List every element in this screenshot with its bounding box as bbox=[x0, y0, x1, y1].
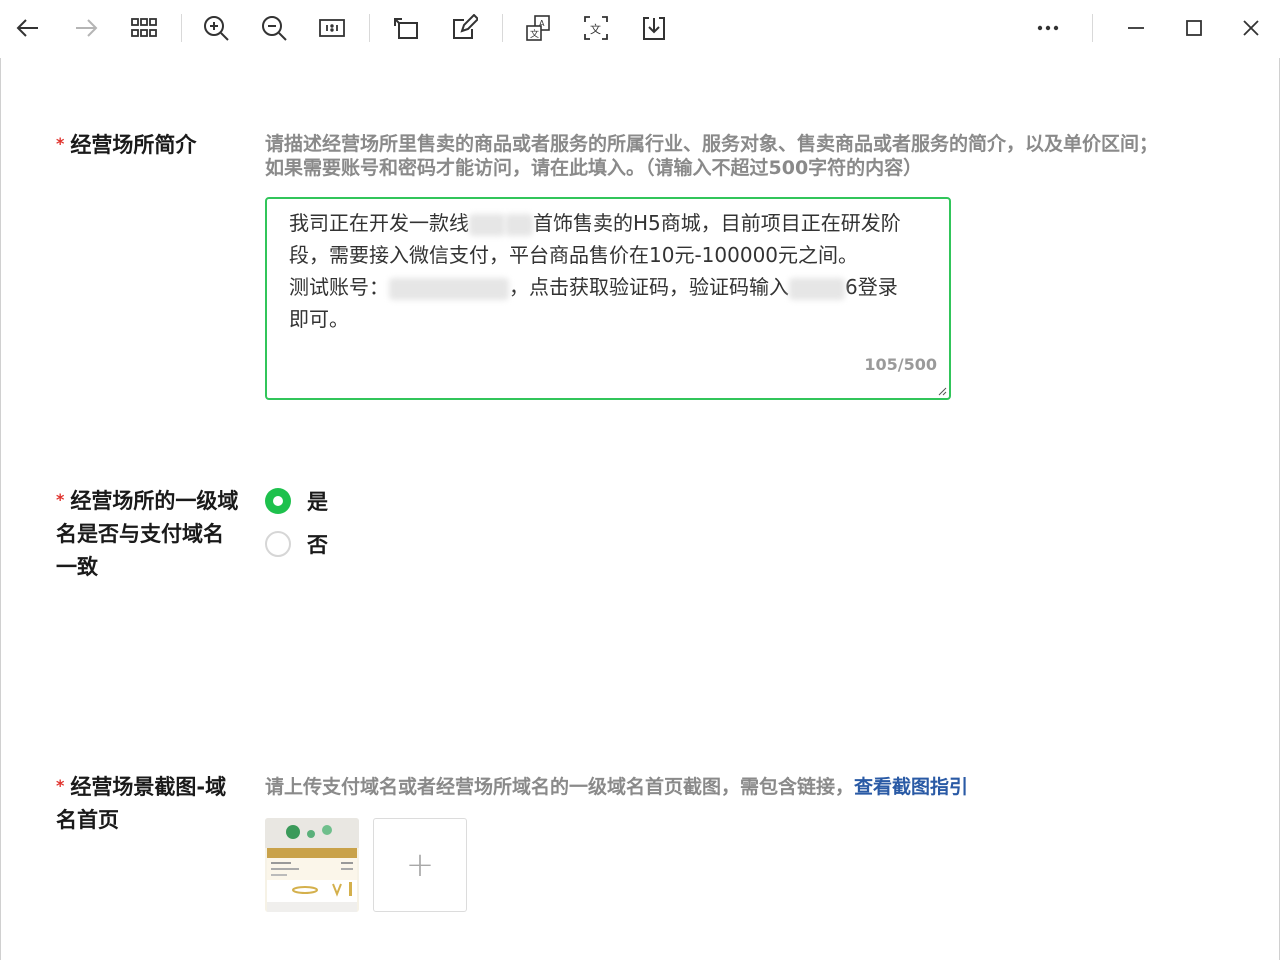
venue-intro-label-text: 经营场所简介 bbox=[70, 133, 197, 157]
venue-intro-textarea[interactable]: 我司正在开发一款线 首饰售卖的H5商城，目前项目正在研发阶 段，需要接入微信支付，… bbox=[265, 197, 951, 400]
radio-label-yes: 是 bbox=[307, 490, 328, 514]
char-counter: 105/500 bbox=[864, 355, 937, 374]
minimize-icon[interactable] bbox=[1118, 10, 1154, 46]
edit-icon[interactable] bbox=[446, 10, 482, 46]
text-line3-a: 测试账号： bbox=[289, 275, 389, 299]
redacted-blur bbox=[469, 213, 505, 236]
maximize-icon[interactable] bbox=[1176, 10, 1212, 46]
thumbnail-image bbox=[265, 818, 359, 912]
redacted-blur bbox=[389, 277, 509, 300]
screenshot-label-line1: 经营场景截图-域 bbox=[70, 775, 227, 799]
venue-intro-label: * 经营场所简介 bbox=[56, 129, 196, 162]
zoom-out-icon[interactable] bbox=[256, 10, 292, 46]
translate-icon[interactable]: 文A bbox=[520, 10, 556, 46]
radio-label-no: 否 bbox=[307, 533, 328, 557]
forward-arrow-icon[interactable] bbox=[68, 10, 104, 46]
back-arrow-icon[interactable] bbox=[10, 10, 46, 46]
domain-match-label-line2: 名是否与支付域名 bbox=[56, 522, 224, 546]
text-line2: 段，需要接入微信支付，平台商品售价在10元-100000元之间。 bbox=[289, 243, 859, 267]
close-icon[interactable] bbox=[1233, 10, 1269, 46]
required-mark: * bbox=[56, 134, 65, 153]
viewer-toolbar: 文A 文 bbox=[0, 0, 1280, 58]
domain-match-label: * 经营场所的一级域 名是否与支付域名 一致 bbox=[56, 485, 238, 584]
svg-text:文: 文 bbox=[590, 22, 601, 36]
svg-text:A: A bbox=[539, 19, 545, 28]
textarea-content: 我司正在开发一款线 首饰售卖的H5商城，目前项目正在研发阶 段，需要接入微信支付，… bbox=[289, 207, 929, 335]
screenshot-label-line2: 名首页 bbox=[56, 808, 119, 832]
resize-handle-icon[interactable] bbox=[937, 386, 947, 396]
svg-text:文: 文 bbox=[530, 28, 539, 40]
domain-match-label-line1: 经营场所的一级域 bbox=[70, 489, 239, 513]
radio-option-yes[interactable]: 是 bbox=[265, 486, 328, 516]
radio-selected-icon[interactable] bbox=[265, 488, 291, 514]
screenshot-hint: 请上传支付域名或者经营场所域名的一级域名首页截图，需包含链接，查看截图指引 bbox=[265, 775, 968, 799]
screenshot-label: * 经营场景截图-域 名首页 bbox=[56, 771, 226, 837]
required-mark: * bbox=[56, 490, 65, 509]
required-mark: * bbox=[56, 776, 65, 795]
uploaded-screenshot-thumbnail[interactable] bbox=[265, 818, 359, 912]
text-line1-a: 我司正在开发一款线 bbox=[289, 211, 469, 235]
text-line1-b: 首饰售卖的H5商城，目前项目正在研发阶 bbox=[533, 211, 901, 235]
venue-intro-hint-1: 请描述经营场所里售卖的商品或者服务的所属行业、服务对象、售卖商品或者服务的简介，… bbox=[265, 133, 1159, 155]
upload-add-button[interactable]: + bbox=[373, 818, 467, 912]
screenshot-guide-link[interactable]: 查看截图指引 bbox=[854, 776, 968, 798]
zoom-in-icon[interactable] bbox=[198, 10, 234, 46]
actual-size-icon[interactable] bbox=[314, 10, 350, 46]
radio-option-no[interactable]: 否 bbox=[265, 529, 328, 559]
rotate-icon[interactable] bbox=[388, 10, 424, 46]
domain-match-label-line3: 一致 bbox=[56, 555, 98, 579]
ocr-text-icon[interactable]: 文 bbox=[578, 10, 614, 46]
text-line4: 即可。 bbox=[289, 307, 349, 331]
more-icon[interactable] bbox=[1030, 10, 1066, 46]
plus-icon: + bbox=[405, 845, 435, 885]
text-line3-b: ，点击获取验证码，验证码输入 bbox=[509, 275, 789, 299]
grid-icon[interactable] bbox=[126, 10, 162, 46]
download-icon[interactable] bbox=[636, 10, 672, 46]
redacted-blur bbox=[789, 277, 845, 300]
window-border-left bbox=[0, 58, 1, 960]
venue-intro-hint-2: 如果需要账号和密码才能访问，请在此填入。（请输入不超过500字符的内容） bbox=[265, 157, 923, 179]
text-line3-c: 6登录 bbox=[845, 275, 898, 299]
screenshot-hint-text: 请上传支付域名或者经营场所域名的一级域名首页截图，需包含链接， bbox=[265, 776, 855, 798]
radio-unselected-icon[interactable] bbox=[265, 531, 291, 557]
redacted-blur bbox=[505, 213, 533, 236]
